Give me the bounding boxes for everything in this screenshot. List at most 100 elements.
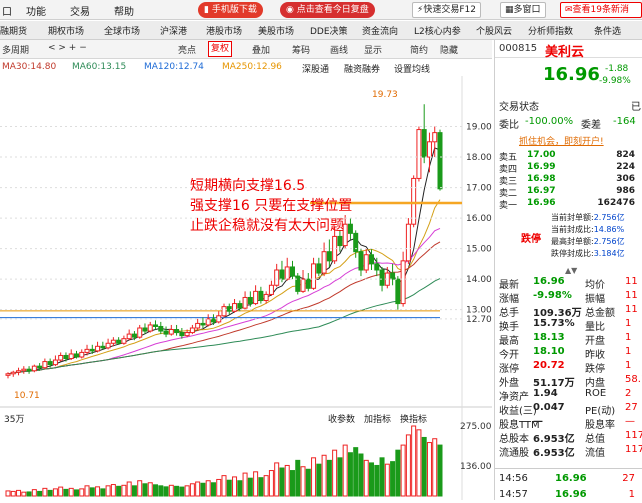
candle-body bbox=[237, 303, 243, 309]
volume-bar bbox=[358, 453, 364, 497]
tab-screener[interactable]: 条件选 bbox=[594, 24, 621, 37]
orderbook-row[interactable]: 卖五 17.00 824 bbox=[499, 150, 639, 163]
volume-bar bbox=[174, 485, 180, 497]
shgt-link[interactable]: 深股通 bbox=[302, 62, 329, 75]
candle-body bbox=[110, 339, 116, 344]
tab-options[interactable]: 期权市场 bbox=[48, 24, 84, 37]
multi-period-button[interactable]: 多周期 bbox=[2, 43, 29, 56]
hide-button[interactable]: 隐藏 bbox=[440, 43, 458, 56]
tab-us[interactable]: 美股市场 bbox=[258, 24, 294, 37]
margin-link[interactable]: 融资融券 bbox=[344, 62, 380, 75]
candle-body bbox=[58, 354, 64, 361]
candle-body bbox=[21, 368, 27, 372]
candle-body bbox=[137, 327, 143, 338]
chips-button[interactable]: 筹码 bbox=[292, 43, 310, 56]
volume-bar bbox=[158, 485, 164, 497]
tab-analyst[interactable]: 分析师指数 bbox=[528, 24, 573, 37]
open-account-link[interactable]: 抓住机会，即刻开户! bbox=[519, 134, 604, 147]
candle-body bbox=[189, 327, 195, 334]
mobile-download-button[interactable]: ▮ 手机版下载 bbox=[198, 2, 263, 18]
tab-hk[interactable]: 港股市场 bbox=[206, 24, 242, 37]
display-button[interactable]: 显示 bbox=[364, 43, 382, 56]
tab-futures[interactable]: 融期货 bbox=[0, 24, 27, 37]
quote-key-2: 股息率 bbox=[585, 420, 615, 431]
quote-row: 净资产 1.94 ROE 2 bbox=[499, 388, 642, 403]
candle-body bbox=[184, 332, 190, 337]
volume-bar bbox=[52, 488, 58, 497]
overlay-button[interactable]: 叠加 bbox=[252, 43, 270, 56]
menu-item[interactable]: 口 bbox=[2, 3, 12, 18]
tab-global[interactable]: 全球市场 bbox=[104, 24, 140, 37]
quote-value: 16.96 bbox=[533, 276, 565, 287]
volume-bar bbox=[353, 447, 359, 497]
y-tick-label: 12.70 bbox=[466, 315, 492, 325]
daily-review-button[interactable]: ◉ 点击查看今日复盘 bbox=[280, 2, 375, 18]
quote-value-2: 2 bbox=[625, 388, 632, 399]
candles bbox=[5, 104, 443, 379]
candle-body bbox=[426, 141, 432, 158]
quick-trade-button[interactable]: ⚡快速交易F12 bbox=[412, 2, 481, 18]
candle-body bbox=[52, 359, 58, 366]
news-label: 查看19条新消 bbox=[572, 5, 629, 15]
menu-item[interactable]: 交易 bbox=[70, 3, 90, 18]
orderbook-row[interactable]: 卖一 16.96 162476 bbox=[499, 198, 639, 211]
orderbook-row[interactable]: 卖三 16.98 306 bbox=[499, 174, 639, 187]
menu-item[interactable]: 功能 bbox=[26, 3, 46, 18]
tab-fund-flow[interactable]: 资金流向 bbox=[362, 24, 398, 37]
swap-indicator-button[interactable]: 换指标 bbox=[400, 412, 427, 425]
volume-bar bbox=[316, 463, 322, 497]
quote-value-2: — bbox=[625, 416, 635, 427]
news-button[interactable]: ✉查看19条新消 bbox=[560, 2, 642, 18]
quote-key-2: 总值 bbox=[585, 434, 605, 445]
multiwindow-button[interactable]: ▦多窗口 bbox=[500, 2, 546, 18]
vol-tick-label: 275.00 bbox=[460, 422, 492, 432]
limit-key: 最高封单额: bbox=[551, 237, 594, 246]
add-indicator-button[interactable]: 加指标 bbox=[364, 412, 391, 425]
volume-params-button[interactable]: 收参数 bbox=[328, 412, 355, 425]
quote-key-2: 均价 bbox=[585, 280, 605, 291]
volume-bar bbox=[289, 470, 295, 497]
volume-bar bbox=[105, 485, 111, 497]
orderbook-row[interactable]: 卖二 16.97 986 bbox=[499, 186, 639, 199]
tab-dde[interactable]: DDE决策 bbox=[310, 24, 348, 37]
candle-body bbox=[68, 353, 74, 360]
quote-value-2: 11 bbox=[625, 276, 638, 287]
menu-item[interactable]: 帮助 bbox=[114, 3, 134, 18]
quote-key: 涨停 bbox=[499, 364, 519, 375]
tab-l2[interactable]: L2核心内参 bbox=[414, 24, 461, 37]
volume-bar bbox=[95, 486, 101, 497]
tick-price: 16.96 bbox=[555, 489, 587, 500]
volume-bar bbox=[390, 461, 396, 497]
volume-bar bbox=[179, 486, 185, 497]
highlight-button[interactable]: 亮点 bbox=[178, 43, 196, 56]
tab-shsz-hk[interactable]: 沪深港 bbox=[160, 24, 187, 37]
volume-bar bbox=[37, 490, 43, 497]
ma-settings-link[interactable]: 设置均线 bbox=[394, 62, 430, 75]
simple-button[interactable]: 简约 bbox=[410, 43, 428, 56]
candle-body bbox=[126, 333, 132, 340]
volume-bar bbox=[116, 485, 122, 497]
volume-label: 35万 bbox=[4, 415, 25, 425]
nav-arrows[interactable]: < > + − bbox=[48, 43, 87, 53]
volume-bar bbox=[47, 489, 53, 497]
volume-bar bbox=[68, 487, 74, 497]
limit-row: 跌停封成比:3.184亿 bbox=[551, 248, 642, 260]
candle-body bbox=[437, 132, 443, 190]
quote-value: 15.73% bbox=[533, 318, 575, 329]
orderbook-row[interactable]: 卖四 16.99 224 bbox=[499, 162, 639, 175]
tick-volume: 27 bbox=[622, 473, 635, 484]
quote-key-2: 振幅 bbox=[585, 294, 605, 305]
price-change-pct: -9.98% bbox=[599, 76, 631, 86]
y-tick-label: 14.00 bbox=[466, 275, 492, 285]
collapse-icon[interactable]: ▲▼ bbox=[565, 266, 577, 275]
current-price: 16.96 bbox=[543, 64, 600, 85]
candle-body bbox=[253, 290, 259, 305]
tab-stock-news[interactable]: 个股风云 bbox=[476, 24, 512, 37]
y-tick-label: 19.00 bbox=[466, 123, 492, 133]
quote-key: 涨幅 bbox=[499, 294, 519, 305]
adjust-button[interactable]: 复权 bbox=[208, 41, 233, 57]
kline-chart[interactable]: 19.00 18.00 17.00 16.00 15.00 14.00 13.00 12.70… bbox=[0, 76, 492, 500]
draw-line-button[interactable]: 画线 bbox=[330, 43, 348, 56]
quote-key-2: 昨收 bbox=[585, 350, 605, 361]
candle-body bbox=[147, 324, 153, 332]
